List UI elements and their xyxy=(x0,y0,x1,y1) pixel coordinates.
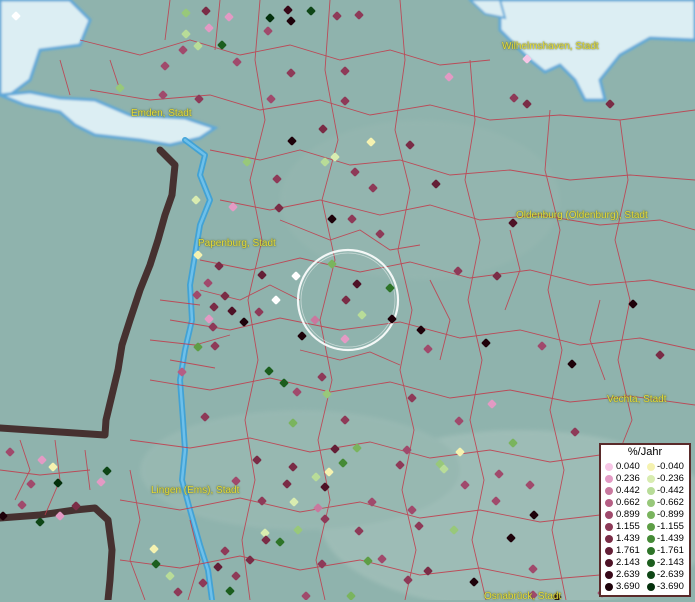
legend-swatch-positive xyxy=(605,522,613,531)
legend-swatch-positive xyxy=(605,510,613,519)
legend-swatch-positive xyxy=(605,462,613,471)
legend-swatch-positive xyxy=(605,534,613,543)
legend-row: 1.761 -1.761 xyxy=(601,545,689,556)
legend-label-positive: 0.899 xyxy=(616,509,640,520)
legend-label-positive: 1.155 xyxy=(616,521,640,532)
legend-swatch-positive xyxy=(605,486,613,495)
legend-label-negative: -1.761 xyxy=(657,545,684,556)
legend-row: 0.442 -0.442 xyxy=(601,485,689,496)
legend-label-negative: -1.439 xyxy=(657,533,684,544)
legend-label-negative: -0.899 xyxy=(657,509,684,520)
legend-swatch-negative xyxy=(647,498,655,507)
legend-row: 0.040 -0.040 xyxy=(601,461,689,472)
legend-row: 0.899 -0.899 xyxy=(601,509,689,520)
legend-label-negative: -2.639 xyxy=(657,569,684,580)
legend-swatch-positive xyxy=(605,498,613,507)
legend-label-positive: 0.236 xyxy=(616,473,640,484)
legend-swatch-negative xyxy=(647,582,655,591)
legend-swatch-negative xyxy=(647,546,655,555)
legend-label-positive: 1.761 xyxy=(616,545,640,556)
legend-label-negative: -0.236 xyxy=(657,473,684,484)
legend-swatch-negative xyxy=(647,510,655,519)
legend-label-positive: 2.143 xyxy=(616,557,640,568)
legend-swatch-positive xyxy=(605,582,613,591)
legend-label-negative: -2.143 xyxy=(657,557,684,568)
legend-label-positive: 1.439 xyxy=(616,533,640,544)
legend-row: 0.236 -0.236 xyxy=(601,473,689,484)
legend-label-negative: -0.442 xyxy=(657,485,684,496)
legend-swatch-positive xyxy=(605,558,613,567)
legend-swatch-positive xyxy=(605,474,613,483)
legend-row: 2.639 -2.639 xyxy=(601,569,689,580)
legend-row: 0.662 -0.662 xyxy=(601,497,689,508)
legend-row: 3.690 -3.690 xyxy=(601,581,689,592)
legend-swatch-negative xyxy=(647,570,655,579)
legend-label-negative: -1.155 xyxy=(657,521,684,532)
legend-title: %/Jahr xyxy=(627,446,663,458)
legend-swatch-negative xyxy=(647,474,655,483)
legend-label-positive: 2.639 xyxy=(616,569,640,580)
legend-swatch-negative xyxy=(647,486,655,495)
legend-label-negative: -3.690 xyxy=(657,581,684,592)
legend-row: 2.143 -2.143 xyxy=(601,557,689,568)
legend-label-positive: 3.690 xyxy=(616,581,640,592)
legend-swatch-negative xyxy=(647,534,655,543)
legend-row: 1.439 -1.439 xyxy=(601,533,689,544)
legend-label-negative: -0.040 xyxy=(657,461,684,472)
legend-swatch-positive xyxy=(605,570,613,579)
legend-label-positive: 0.040 xyxy=(616,461,640,472)
legend-row: 1.155 -1.155 xyxy=(601,521,689,532)
legend-swatch-positive xyxy=(605,546,613,555)
map-legend: %/Jahr 0.040 -0.040 0.236 -0.236 0.442 -0.442… xyxy=(599,443,691,597)
legend-label-positive: 0.662 xyxy=(616,497,640,508)
legend-label-negative: -0.662 xyxy=(657,497,684,508)
legend-label-positive: 0.442 xyxy=(616,485,640,496)
legend-swatch-negative xyxy=(647,462,655,471)
legend-swatch-negative xyxy=(647,522,655,531)
map-canvas[interactable] xyxy=(0,0,695,600)
legend-swatch-negative xyxy=(647,558,655,567)
